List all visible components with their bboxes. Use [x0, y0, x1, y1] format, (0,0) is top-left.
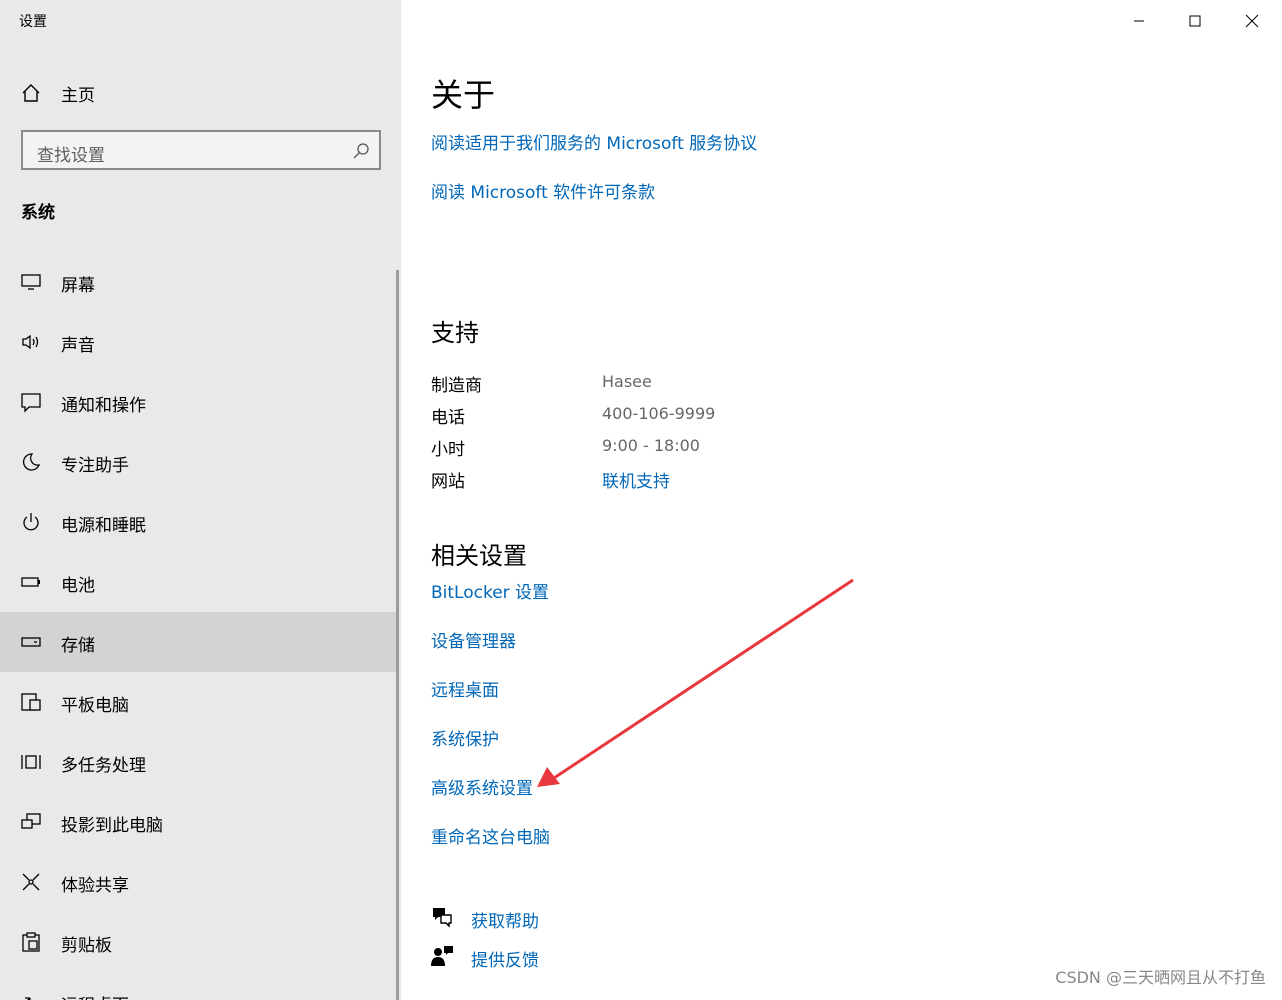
- close-button[interactable]: [1237, 6, 1267, 36]
- sidebar-item-project[interactable]: 投影到此电脑: [0, 792, 396, 852]
- power-icon: [23, 513, 39, 531]
- project-icon: [21, 813, 41, 829]
- support-label: 小时: [431, 440, 465, 460]
- sidebar-item-shared-experiences[interactable]: 体验共享: [0, 852, 396, 912]
- search-input[interactable]: 查找设置: [21, 130, 381, 170]
- sidebar-item-remote-desktop[interactable]: 远程桌面: [0, 972, 396, 1000]
- online-support-link[interactable]: 联机支持: [602, 467, 670, 492]
- sidebar-item-label: 屏幕: [61, 276, 95, 296]
- sidebar-home-label: 主页: [61, 86, 95, 106]
- sidebar-item-sound[interactable]: 声音: [0, 312, 396, 372]
- sidebar-item-focus-assist[interactable]: 专注助手: [0, 432, 396, 492]
- sidebar-section-title: 系统: [21, 203, 55, 223]
- sidebar-item-label: 投影到此电脑: [61, 816, 163, 836]
- sidebar-item-power-sleep[interactable]: 电源和睡眠: [0, 492, 396, 552]
- speaker-icon: [22, 334, 39, 350]
- search-placeholder: 查找设置: [37, 146, 105, 166]
- battery-icon: [21, 577, 40, 587]
- page-title: 关于: [431, 76, 496, 114]
- license-terms-link[interactable]: 阅读 Microsoft 软件许可条款: [431, 178, 655, 203]
- tablet-icon: [21, 693, 41, 711]
- help-icon: [433, 908, 452, 928]
- get-help-link[interactable]: 获取帮助: [471, 907, 539, 932]
- support-label: 网站: [431, 472, 465, 492]
- device-manager-link[interactable]: 设备管理器: [431, 627, 516, 652]
- support-value: 400-106-9999: [602, 404, 716, 423]
- sidebar-item-clipboard[interactable]: 剪贴板: [0, 912, 396, 972]
- moon-icon: [23, 453, 41, 471]
- bitlocker-settings-link[interactable]: BitLocker 设置: [431, 578, 549, 603]
- support-value: 9:00 - 18:00: [602, 436, 700, 455]
- sidebar-item-label: 多任务处理: [61, 756, 146, 776]
- related-settings-title: 相关设置: [431, 542, 527, 570]
- share-icon: [22, 873, 40, 891]
- sidebar-nav: 屏幕 声音 通知和操作 专注助手 电源和睡眠 电池 存储 平板电脑 多任务处理 …: [0, 252, 401, 1000]
- main-content: 关于 阅读适用于我们服务的 Microsoft 服务协议 阅读 Microsof…: [401, 0, 1282, 1000]
- advanced-system-settings-link[interactable]: 高级系统设置: [431, 774, 533, 799]
- notification-icon: [21, 393, 41, 413]
- sidebar-scrollbar[interactable]: [396, 270, 399, 1000]
- monitor-icon: [21, 274, 41, 290]
- sidebar-item-label: 平板电脑: [61, 696, 129, 716]
- app-title: 设置: [19, 14, 47, 30]
- sidebar-item-label: 电池: [61, 576, 95, 596]
- rename-pc-link[interactable]: 重命名这台电脑: [431, 823, 550, 848]
- watermark: CSDN @三天晒网且从不打鱼: [1055, 968, 1266, 987]
- feedback-icon: [431, 946, 453, 966]
- sidebar-item-multitasking[interactable]: 多任务处理: [0, 732, 396, 792]
- support-title: 支持: [431, 319, 479, 347]
- multitask-icon: [21, 755, 41, 769]
- remote-icon: [25, 997, 31, 1000]
- sidebar-item-tablet[interactable]: 平板电脑: [0, 672, 396, 732]
- support-value: Hasee: [602, 372, 652, 391]
- maximize-button[interactable]: [1180, 6, 1210, 36]
- sidebar-item-label: 远程桌面: [61, 991, 129, 1000]
- sidebar-item-label: 存储: [61, 636, 95, 656]
- sidebar-item-label: 专注助手: [61, 456, 129, 476]
- clipboard-icon: [22, 932, 40, 952]
- home-icon: [22, 84, 40, 102]
- sidebar-item-notifications[interactable]: 通知和操作: [0, 372, 396, 432]
- remote-desktop-link[interactable]: 远程桌面: [431, 676, 499, 701]
- storage-icon: [21, 637, 41, 647]
- sidebar-home[interactable]: 主页: [0, 70, 401, 114]
- service-agreement-link[interactable]: 阅读适用于我们服务的 Microsoft 服务协议: [431, 129, 757, 154]
- sidebar-item-label: 体验共享: [61, 876, 129, 896]
- sidebar-item-label: 声音: [61, 336, 95, 356]
- sidebar-item-label: 电源和睡眠: [61, 516, 146, 536]
- support-label: 电话: [431, 408, 465, 428]
- sidebar-item-display[interactable]: 屏幕: [0, 252, 396, 312]
- sidebar: 设置 主页 查找设置 系统 屏幕 声音 通知和操作 专注助手 电源和睡眠 电池 …: [0, 0, 401, 1000]
- give-feedback-link[interactable]: 提供反馈: [471, 946, 539, 971]
- sidebar-item-battery[interactable]: 电池: [0, 552, 396, 612]
- sidebar-item-storage[interactable]: 存储: [0, 612, 396, 672]
- system-protection-link[interactable]: 系统保护: [431, 725, 499, 750]
- support-label: 制造商: [431, 376, 482, 396]
- minimize-button[interactable]: [1124, 6, 1154, 36]
- search-icon: [353, 143, 369, 159]
- sidebar-item-label: 通知和操作: [61, 396, 146, 416]
- sidebar-item-label: 剪贴板: [61, 936, 112, 956]
